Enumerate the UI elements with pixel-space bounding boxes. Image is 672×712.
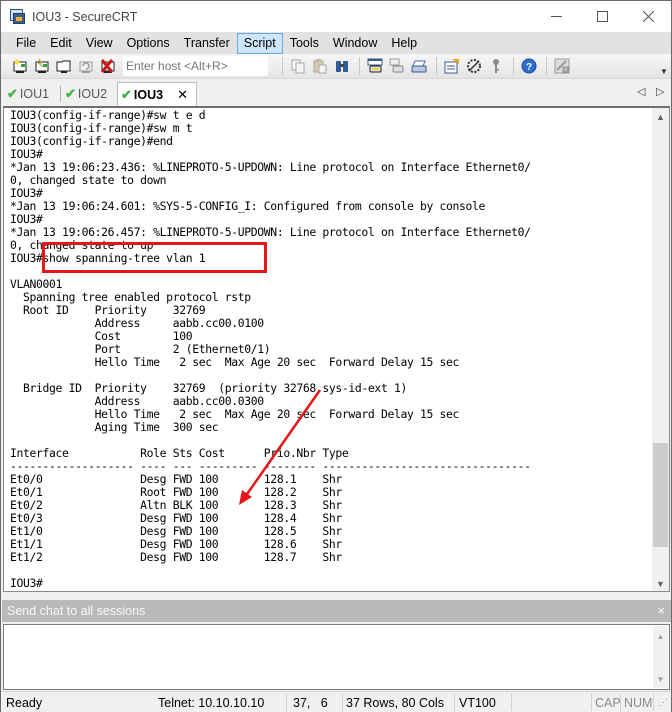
tab-label: IOU1 <box>19 87 50 101</box>
svg-text:?: ? <box>526 62 532 73</box>
connect-icon[interactable] <box>11 57 29 75</box>
toolbar: ? ▼ <box>1 54 671 79</box>
menu-options[interactable]: Options <box>120 33 177 54</box>
cursor-position: 37, 6 <box>293 695 328 710</box>
menu-tools[interactable]: Tools <box>283 33 326 54</box>
tab-close-icon[interactable]: ✕ <box>177 87 188 103</box>
global-options-icon[interactable] <box>465 57 483 75</box>
key-icon[interactable] <box>487 57 505 75</box>
status-text: Ready <box>6 695 43 710</box>
chat-pane-title: Send chat to all sessions <box>7 604 146 618</box>
scroll-down-icon[interactable]: ▼ <box>652 575 669 591</box>
tab-iou2[interactable]: ✔ IOU2 <box>65 83 107 105</box>
help-icon[interactable]: ? <box>520 57 538 75</box>
toolbar-separator <box>513 57 514 75</box>
chat-scrollbar[interactable]: ▲ ▼ <box>653 626 668 688</box>
status-divider <box>591 694 592 711</box>
scrollbar-thumb[interactable] <box>653 443 668 548</box>
tab-label: IOU2 <box>77 87 108 101</box>
connection-info: Telnet: 10.10.10.10 <box>158 695 265 710</box>
minimize-icon <box>550 16 562 17</box>
disconnect-icon[interactable] <box>99 57 117 75</box>
menu-transfer[interactable]: Transfer <box>177 33 237 54</box>
status-divider <box>653 694 654 711</box>
terminal-size: 37 Rows, 80 Cols <box>346 695 444 710</box>
paste-icon[interactable] <box>311 57 329 75</box>
menu-help[interactable]: Help <box>384 33 424 54</box>
terminal-line: IOU3(config-if-range)#end <box>10 134 173 148</box>
chat-scroll-down-icon[interactable]: ▼ <box>653 675 668 684</box>
menu-bar: File Edit View Options Transfer Script Tools Wi… <box>1 32 671 54</box>
status-divider <box>620 694 621 711</box>
tab-label: IOU3 <box>133 87 164 102</box>
highlight-box-annotation <box>42 242 267 273</box>
maximize-button[interactable] <box>579 1 625 32</box>
chat-scroll-up-icon[interactable]: ▲ <box>653 632 668 641</box>
status-divider <box>342 694 343 711</box>
reconnect-icon[interactable] <box>77 57 95 75</box>
window-title: IOU3 - SecureCRT <box>32 9 138 24</box>
toolbar-separator <box>282 57 283 75</box>
status-divider <box>454 694 455 711</box>
num-lock-indicator: NUM <box>624 695 653 710</box>
enter-host-input[interactable] <box>123 56 268 76</box>
tab-scroll-right-icon[interactable]: ▷ <box>656 85 664 98</box>
toolbar-separator <box>359 57 360 75</box>
menu-window[interactable]: Window <box>326 33 384 54</box>
print-screen-icon[interactable] <box>366 57 384 75</box>
print-icon[interactable] <box>410 57 428 75</box>
tab-scroll-left-icon[interactable]: ◁ <box>637 85 645 98</box>
terminal-line: *Jan 13 19:06:24.601: %SYS-5-CONFIG_I: C… <box>10 199 486 213</box>
emulation-type: VT100 <box>459 695 496 710</box>
lock-icon[interactable] <box>553 57 571 75</box>
chat-pane-header: Send chat to all sessions × <box>2 600 671 622</box>
chat-input[interactable]: ▲ ▼ <box>3 624 670 690</box>
terminal-line: IOU3# <box>10 576 43 590</box>
terminal-line: Aging Time 300 sec <box>10 420 219 434</box>
scroll-up-icon[interactable]: ▲ <box>652 108 669 125</box>
tab-iou1[interactable]: ✔ IOU1 <box>7 83 49 105</box>
toolbar-separator <box>436 57 437 75</box>
terminal-line: 0, changed state to down <box>10 173 167 187</box>
quick-connect-icon[interactable] <box>33 57 51 75</box>
securecrt-app-icon <box>10 8 26 25</box>
terminal-scrollbar[interactable]: ▲ ▼ <box>652 108 669 591</box>
resize-grip-icon[interactable]: ⋰ <box>659 692 668 712</box>
terminal-output[interactable]: IOU3(config-if-range)#sw t e d IOU3(confi… <box>3 106 670 592</box>
connected-check-icon: ✔ <box>121 86 132 102</box>
find-icon[interactable] <box>333 57 351 75</box>
session-options-icon[interactable] <box>443 57 461 75</box>
print-selection-icon[interactable] <box>388 57 406 75</box>
status-divider <box>511 694 512 711</box>
terminal-line: Et1/2 Desg FWD 100 128.7 Shr <box>10 550 342 564</box>
terminal-text: IOU3(config-if-range)#sw t e d IOU3(confi… <box>10 109 531 590</box>
minimize-button[interactable] <box>533 1 579 32</box>
securecrt-window: IOU3 - SecureCRT File Edit View Options Tran… <box>0 0 672 712</box>
connect-in-tab-icon[interactable] <box>55 57 73 75</box>
maximize-icon <box>596 11 608 22</box>
session-tab-bar: ✔ IOU1 ✔ IOU2 ✔ IOU3 ✕ ◁ ▷ <box>1 80 671 106</box>
connected-check-icon: ✔ <box>65 86 76 101</box>
close-icon <box>642 11 654 22</box>
toolbar-overflow-button[interactable]: ▼ <box>659 58 669 76</box>
caps-lock-indicator: CAP <box>595 695 621 710</box>
copy-icon[interactable] <box>289 57 307 75</box>
menu-view[interactable]: View <box>79 33 120 54</box>
tab-iou3[interactable]: ✔ IOU3 ✕ <box>117 82 197 106</box>
menu-script[interactable]: Script <box>236 32 283 54</box>
title-bar: IOU3 - SecureCRT <box>1 1 671 32</box>
chat-close-icon[interactable]: × <box>657 603 665 618</box>
menu-file[interactable]: File <box>9 33 43 54</box>
tab-divider <box>60 86 61 102</box>
status-divider <box>286 694 287 711</box>
terminal-line: Hello Time 2 sec Max Age 20 sec Forward … <box>10 355 460 369</box>
close-button[interactable] <box>625 1 671 32</box>
status-bar: Ready Telnet: 10.10.10.10 37, 6 37 Rows,… <box>1 691 671 712</box>
toolbar-separator <box>546 57 547 75</box>
menu-edit[interactable]: Edit <box>43 33 79 54</box>
connected-check-icon: ✔ <box>7 86 18 101</box>
